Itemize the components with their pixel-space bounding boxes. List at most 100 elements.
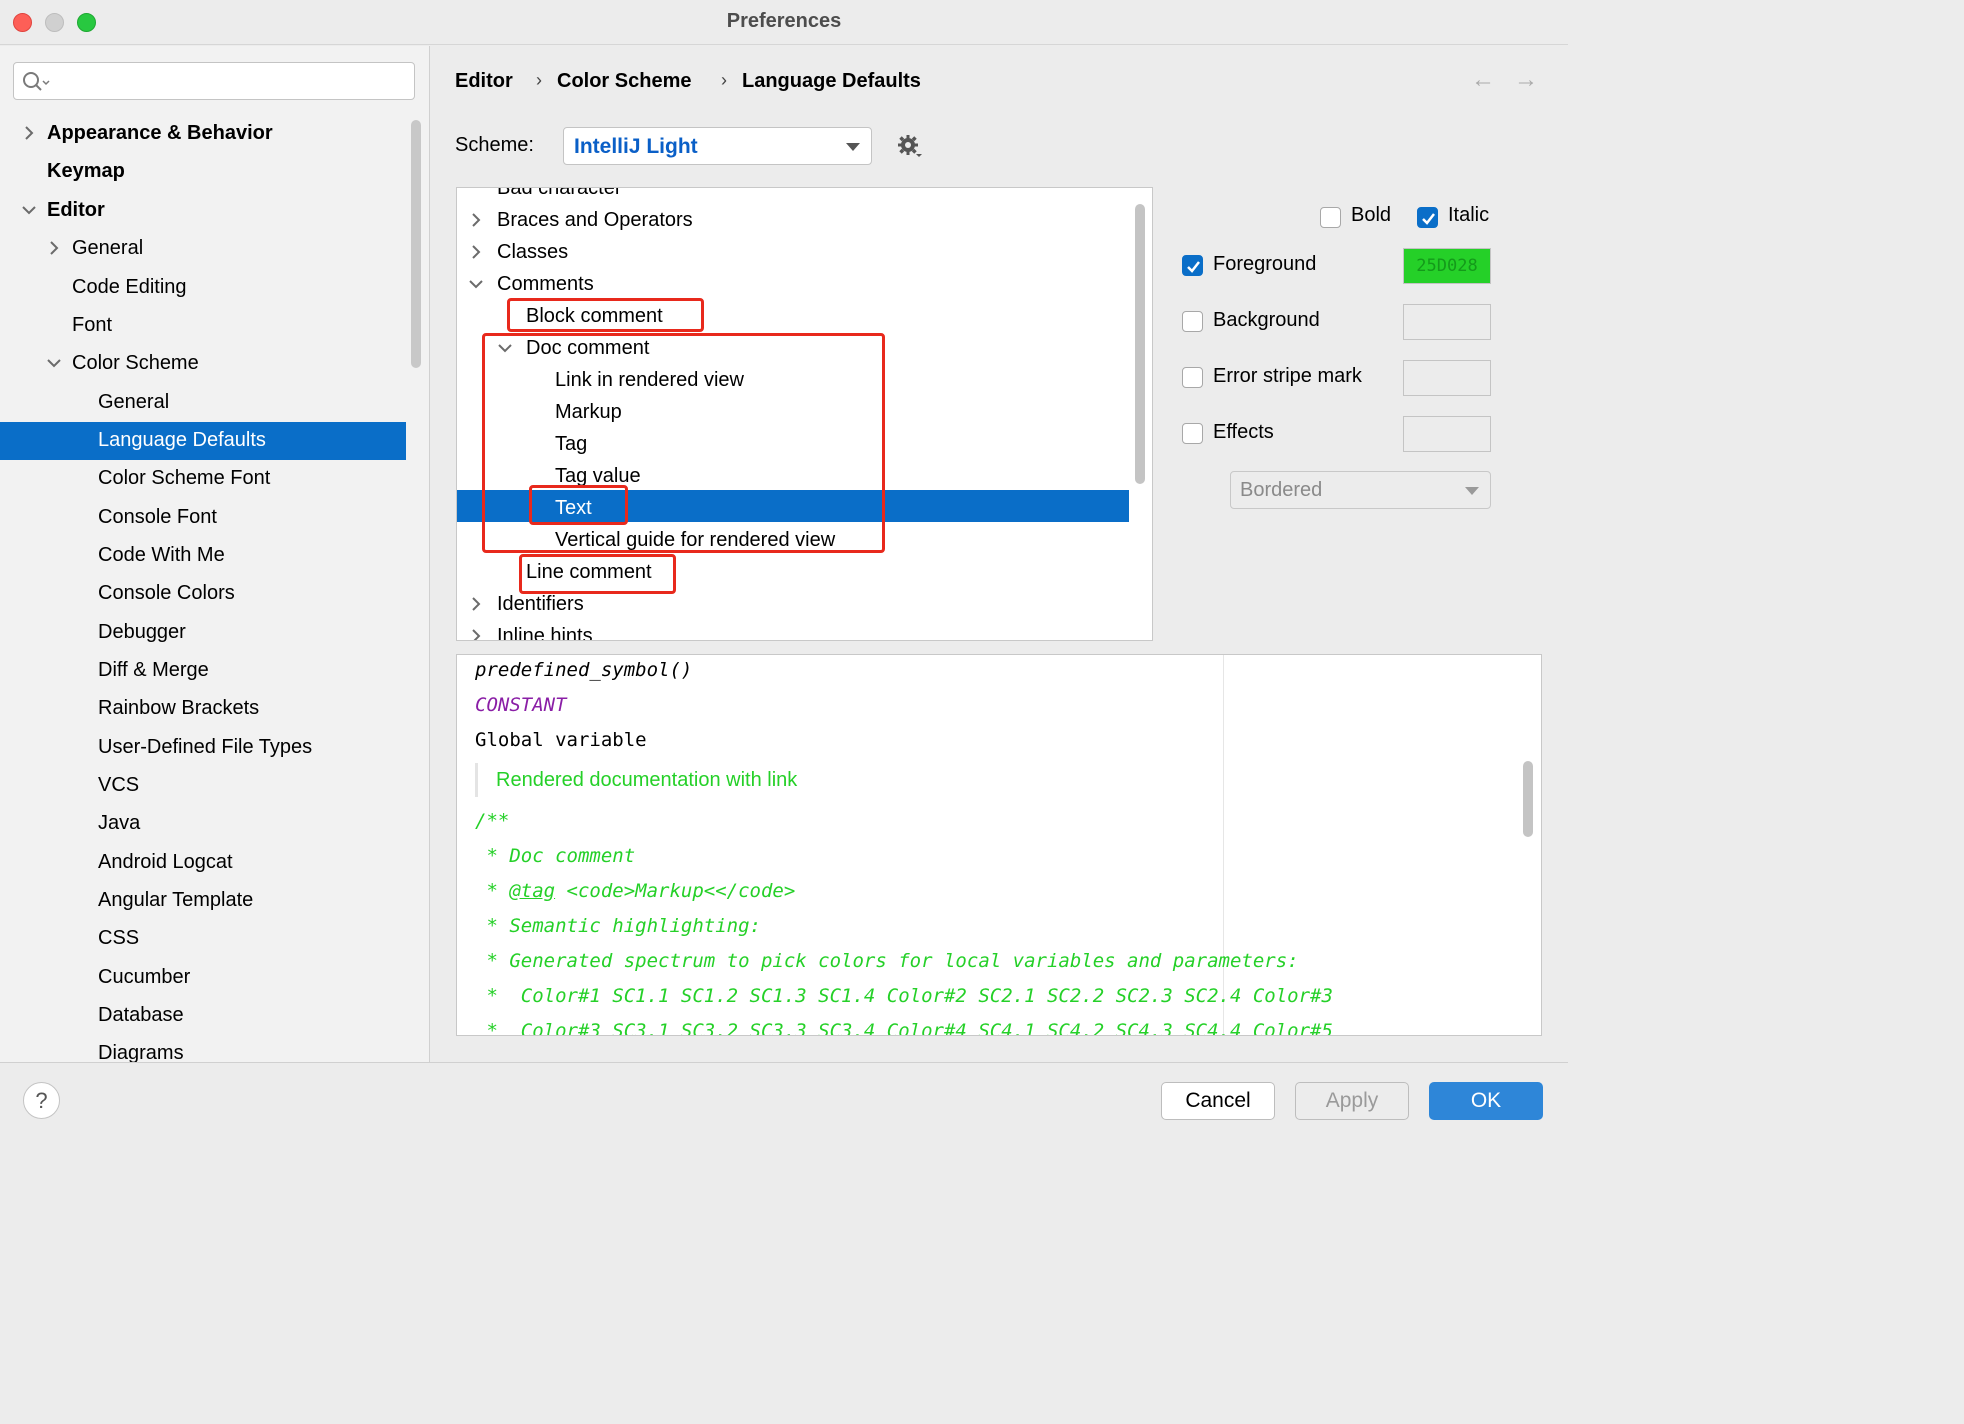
chevron-down-icon bbox=[22, 206, 36, 215]
sidebar-item-label: Angular Template bbox=[98, 889, 254, 911]
color-preview-pane[interactable]: predefined_symbol() CONSTANT Global vari… bbox=[456, 654, 1542, 1036]
error-stripe-checkbox[interactable]: Error stripe mark bbox=[1182, 365, 1362, 388]
attribute-item-braces-operators[interactable]: Braces and Operators bbox=[471, 204, 693, 236]
foreground-color-swatch[interactable]: 25D028 bbox=[1403, 248, 1491, 284]
back-arrow-icon[interactable]: ← bbox=[1471, 66, 1495, 94]
sidebar-item-user-defined-file-types[interactable]: User-Defined File Types bbox=[98, 728, 312, 766]
sidebar-item-rainbow-brackets[interactable]: Rainbow Brackets bbox=[98, 689, 259, 727]
sidebar-item-color-scheme-font[interactable]: Color Scheme Font bbox=[98, 459, 270, 497]
preview-scrollbar[interactable] bbox=[1523, 761, 1533, 837]
gear-icon[interactable] bbox=[897, 134, 923, 160]
background-checkbox[interactable]: Background bbox=[1182, 309, 1320, 332]
preview-line-doc-comment: * Doc comment bbox=[475, 845, 636, 867]
sidebar-item-code-with-me[interactable]: Code With Me bbox=[98, 536, 225, 574]
breadcrumb-item-editor[interactable]: Editor bbox=[455, 70, 513, 93]
bold-checkbox[interactable]: Bold bbox=[1320, 204, 1391, 228]
sidebar-item-database[interactable]: Database bbox=[98, 996, 184, 1034]
preview-line-colors-2: * Color#3 SC3.1 SC3.2 SC3.3 SC3.4 Color#… bbox=[475, 1020, 1333, 1036]
sidebar-item-label: Font bbox=[72, 314, 113, 336]
italic-checkbox[interactable]: Italic bbox=[1417, 204, 1490, 228]
annotation-box-line-comment bbox=[519, 554, 676, 594]
attribute-item-classes[interactable]: Classes bbox=[471, 236, 568, 268]
sidebar-item-diagrams[interactable]: Diagrams bbox=[98, 1034, 184, 1062]
annotation-box-block-comment bbox=[507, 298, 704, 332]
apply-button[interactable]: Apply bbox=[1295, 1082, 1409, 1120]
sidebar-item-diff-merge[interactable]: Diff & Merge bbox=[98, 651, 209, 689]
sidebar-item-vcs[interactable]: VCS bbox=[98, 766, 139, 804]
annotation-box-text bbox=[529, 485, 628, 525]
background-checkbox-box[interactable] bbox=[1182, 311, 1203, 332]
sidebar-item-label: Rainbow Brackets bbox=[98, 697, 260, 719]
error-stripe-checkbox-box[interactable] bbox=[1182, 367, 1203, 388]
ok-button[interactable]: OK bbox=[1429, 1082, 1543, 1120]
sidebar-item-code-editing[interactable]: Code Editing bbox=[72, 268, 187, 306]
sidebar-item-label: Appearance & Behavior bbox=[47, 122, 273, 144]
forward-arrow-icon[interactable]: → bbox=[1514, 66, 1538, 94]
preview-line-colors-1: * Color#1 SC1.1 SC1.2 SC1.3 SC1.4 Color#… bbox=[475, 985, 1333, 1007]
sidebar-item-color-scheme-general[interactable]: General bbox=[98, 383, 169, 421]
chevron-down-icon bbox=[846, 143, 860, 151]
sidebar-item-editor[interactable]: Editor bbox=[22, 191, 105, 229]
preview-line-doc-open: /** bbox=[475, 810, 510, 832]
attribute-label: Bad character bbox=[497, 187, 622, 199]
sidebar-item-color-scheme[interactable]: Color Scheme bbox=[47, 344, 199, 382]
sidebar-item-console-colors[interactable]: Console Colors bbox=[98, 574, 235, 612]
sidebar-item-general[interactable]: General bbox=[49, 229, 143, 267]
sidebar-scrollbar[interactable] bbox=[411, 120, 421, 368]
foreground-label: Foreground bbox=[1213, 253, 1317, 275]
breadcrumb-item-color-scheme[interactable]: Color Scheme bbox=[557, 70, 691, 93]
settings-search-input[interactable] bbox=[13, 62, 415, 100]
sidebar-item-label: Code Editing bbox=[72, 276, 187, 298]
attributes-scrollbar[interactable] bbox=[1135, 204, 1145, 484]
doc-star: * bbox=[475, 880, 510, 902]
preview-line-spectrum: * Generated spectrum to pick colors for … bbox=[475, 950, 1299, 972]
sidebar-item-label: CSS bbox=[98, 927, 140, 949]
bold-checkbox-box[interactable] bbox=[1320, 207, 1341, 228]
sidebar-item-label: Code With Me bbox=[98, 544, 225, 566]
effects-style-dropdown[interactable]: Bordered bbox=[1230, 471, 1491, 509]
sidebar-item-angular-template[interactable]: Angular Template bbox=[98, 881, 253, 919]
effects-checkbox-box[interactable] bbox=[1182, 423, 1203, 444]
checkmark-icon bbox=[1422, 213, 1435, 225]
dialog-button-bar: ? Cancel Apply OK bbox=[0, 1062, 1568, 1137]
sidebar-item-label: VCS bbox=[98, 774, 140, 796]
sidebar-item-java[interactable]: Java bbox=[98, 804, 140, 842]
title-bar: Preferences bbox=[0, 0, 1568, 45]
error-stripe-color-swatch[interactable] bbox=[1403, 360, 1491, 396]
background-color-swatch[interactable] bbox=[1403, 304, 1491, 340]
sidebar-item-css[interactable]: CSS bbox=[98, 919, 139, 957]
foreground-checkbox[interactable]: Foreground bbox=[1182, 253, 1316, 276]
sidebar-item-label: User-Defined File Types bbox=[98, 736, 313, 758]
effects-color-swatch[interactable] bbox=[1403, 416, 1491, 452]
breadcrumb-item-language-defaults: Language Defaults bbox=[742, 70, 921, 92]
doc-markup: <code>Markup<</code> bbox=[555, 880, 796, 902]
rendered-doc-link[interactable]: Rendered documentation with link bbox=[475, 763, 797, 797]
scheme-dropdown[interactable]: IntelliJ Light bbox=[563, 127, 872, 165]
chevron-right-icon bbox=[472, 213, 481, 227]
italic-label: Italic bbox=[1448, 204, 1490, 226]
cancel-button[interactable]: Cancel bbox=[1161, 1082, 1275, 1120]
sidebar-item-keymap[interactable]: Keymap bbox=[47, 152, 125, 190]
effects-style-value: Bordered bbox=[1240, 479, 1323, 501]
attribute-item-bad-character[interactable]: Bad character bbox=[497, 187, 622, 204]
sidebar-item-label: Debugger bbox=[98, 621, 186, 643]
sidebar-item-language-defaults[interactable]: Language Defaults bbox=[98, 421, 266, 459]
sidebar-item-label: Language Defaults bbox=[98, 429, 266, 451]
sidebar-item-appearance-behavior[interactable]: Appearance & Behavior bbox=[24, 114, 273, 152]
help-button[interactable]: ? bbox=[23, 1082, 60, 1119]
chevron-right-icon bbox=[472, 245, 481, 259]
sidebar-item-label: Java bbox=[98, 812, 141, 834]
chevron-down-icon bbox=[47, 359, 61, 368]
sidebar-item-debugger[interactable]: Debugger bbox=[98, 613, 186, 651]
sidebar-item-cucumber[interactable]: Cucumber bbox=[98, 958, 190, 996]
attribute-item-inline-hints[interactable]: Inline hints bbox=[471, 620, 593, 640]
sidebar-item-label: Color Scheme bbox=[72, 352, 199, 374]
attribute-item-comments[interactable]: Comments bbox=[469, 268, 594, 300]
sidebar-item-console-font[interactable]: Console Font bbox=[98, 498, 217, 536]
effects-checkbox[interactable]: Effects bbox=[1182, 421, 1274, 444]
italic-checkbox-box[interactable] bbox=[1417, 207, 1438, 228]
sidebar-item-android-logcat[interactable]: Android Logcat bbox=[98, 843, 233, 881]
attribute-label: Classes bbox=[497, 241, 569, 263]
sidebar-item-font[interactable]: Font bbox=[72, 306, 112, 344]
foreground-checkbox-box[interactable] bbox=[1182, 255, 1203, 276]
